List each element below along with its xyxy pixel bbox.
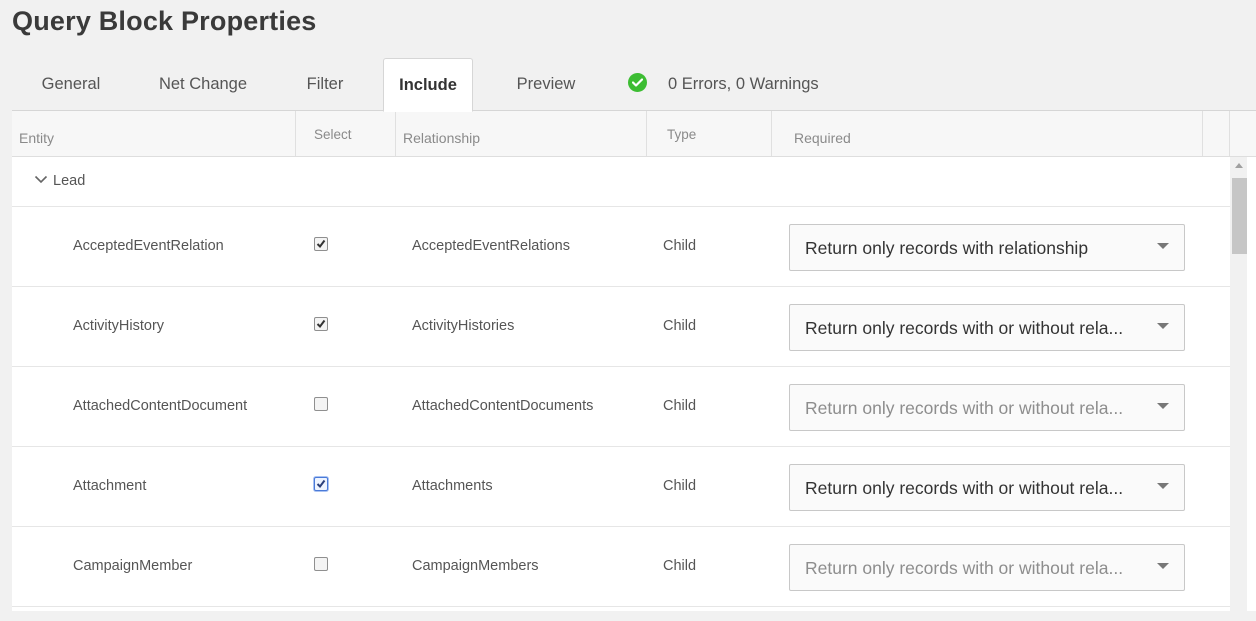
group-label: Lead — [53, 173, 86, 189]
relationship-type: Child — [663, 558, 697, 574]
tab-bar: General Net Change Filter Include Previe… — [12, 58, 1256, 112]
relationship-type: Child — [663, 398, 697, 414]
entity-name: CampaignMember — [73, 558, 193, 574]
select-checkbox[interactable] — [314, 557, 328, 571]
column-header-entity[interactable]: Entity — [12, 111, 296, 156]
relationship-name: Attachments — [412, 478, 493, 494]
dropdown-caret-icon — [1157, 243, 1169, 249]
select-checkbox[interactable] — [314, 317, 328, 331]
table-row: ActivityHistory ActivityHistories Child … — [12, 287, 1230, 367]
required-value: Return only records with or without rela… — [805, 398, 1124, 418]
relationship-name: ActivityHistories — [412, 318, 515, 334]
relationship-name: CampaignMembers — [412, 558, 539, 574]
table-row: CampaignMember CampaignMembers Child Ret… — [12, 527, 1230, 607]
required-dropdown[interactable]: Return only records with relationship — [789, 224, 1185, 271]
table-row: AcceptedEventRelation AcceptedEventRelat… — [12, 207, 1230, 287]
required-dropdown[interactable]: Return only records with or without rela… — [789, 464, 1185, 511]
required-value: Return only records with relationship — [805, 238, 1089, 258]
dropdown-caret-icon — [1157, 563, 1169, 569]
tab-preview[interactable]: Preview — [506, 58, 586, 110]
include-panel: Entity Select Relationship Type Required… — [12, 110, 1256, 621]
column-header-relationship[interactable]: Relationship — [396, 111, 647, 156]
select-checkbox[interactable] — [314, 477, 328, 491]
entity-name: Attachment — [73, 478, 147, 494]
required-dropdown[interactable]: Return only records with or without rela… — [789, 304, 1185, 351]
column-header-spacer — [1203, 111, 1230, 156]
required-dropdown[interactable]: Return only records with or without rela… — [789, 384, 1185, 431]
entity-name: AttachedContentDocument — [73, 398, 248, 414]
dropdown-caret-icon — [1157, 483, 1169, 489]
scroll-up-arrow-icon[interactable] — [1235, 163, 1243, 168]
dropdown-caret-icon — [1157, 323, 1169, 329]
dropdown-caret-icon — [1157, 403, 1169, 409]
column-header-select[interactable]: Select — [296, 111, 396, 156]
tab-net-change[interactable]: Net Change — [148, 58, 258, 110]
required-value: Return only records with or without rela… — [805, 478, 1124, 498]
required-dropdown[interactable]: Return only records with or without rela… — [789, 544, 1185, 591]
status-text: 0 Errors, 0 Warnings — [668, 75, 819, 93]
table-row: AttachedContentDocument AttachedContentD… — [12, 367, 1230, 447]
column-header-required[interactable]: Required — [772, 111, 1203, 156]
table-row: Attachment Attachments Child Return only… — [12, 447, 1230, 527]
column-header-type[interactable]: Type — [647, 111, 772, 156]
scrollbar-thumb[interactable] — [1232, 178, 1247, 254]
relationship-type: Child — [663, 238, 697, 254]
tab-general[interactable]: General — [28, 58, 114, 110]
required-value: Return only records with or without rela… — [805, 318, 1124, 338]
relationship-name: AcceptedEventRelations — [412, 238, 570, 254]
validation-status: 0 Errors, 0 Warnings — [628, 58, 819, 110]
chevron-down-icon[interactable] — [34, 175, 48, 184]
relationship-type: Child — [663, 478, 697, 494]
tab-include[interactable]: Include — [383, 58, 473, 112]
group-row-lead[interactable]: Lead — [12, 157, 1230, 207]
select-checkbox[interactable] — [314, 397, 328, 411]
table-header: Entity Select Relationship Type Required — [12, 111, 1256, 157]
check-circle-icon — [628, 73, 647, 93]
tab-filter[interactable]: Filter — [294, 58, 356, 110]
relationship-name: AttachedContentDocuments — [412, 398, 594, 414]
required-value: Return only records with or without rela… — [805, 558, 1124, 578]
page-title: Query Block Properties — [12, 6, 317, 36]
entity-name: ActivityHistory — [73, 318, 165, 334]
table-body: Lead AcceptedEventRelation AcceptedEvent… — [12, 157, 1230, 611]
select-checkbox[interactable] — [314, 237, 328, 251]
entity-name: AcceptedEventRelation — [73, 238, 224, 254]
relationship-type: Child — [663, 318, 697, 334]
vertical-scrollbar[interactable] — [1230, 157, 1247, 611]
